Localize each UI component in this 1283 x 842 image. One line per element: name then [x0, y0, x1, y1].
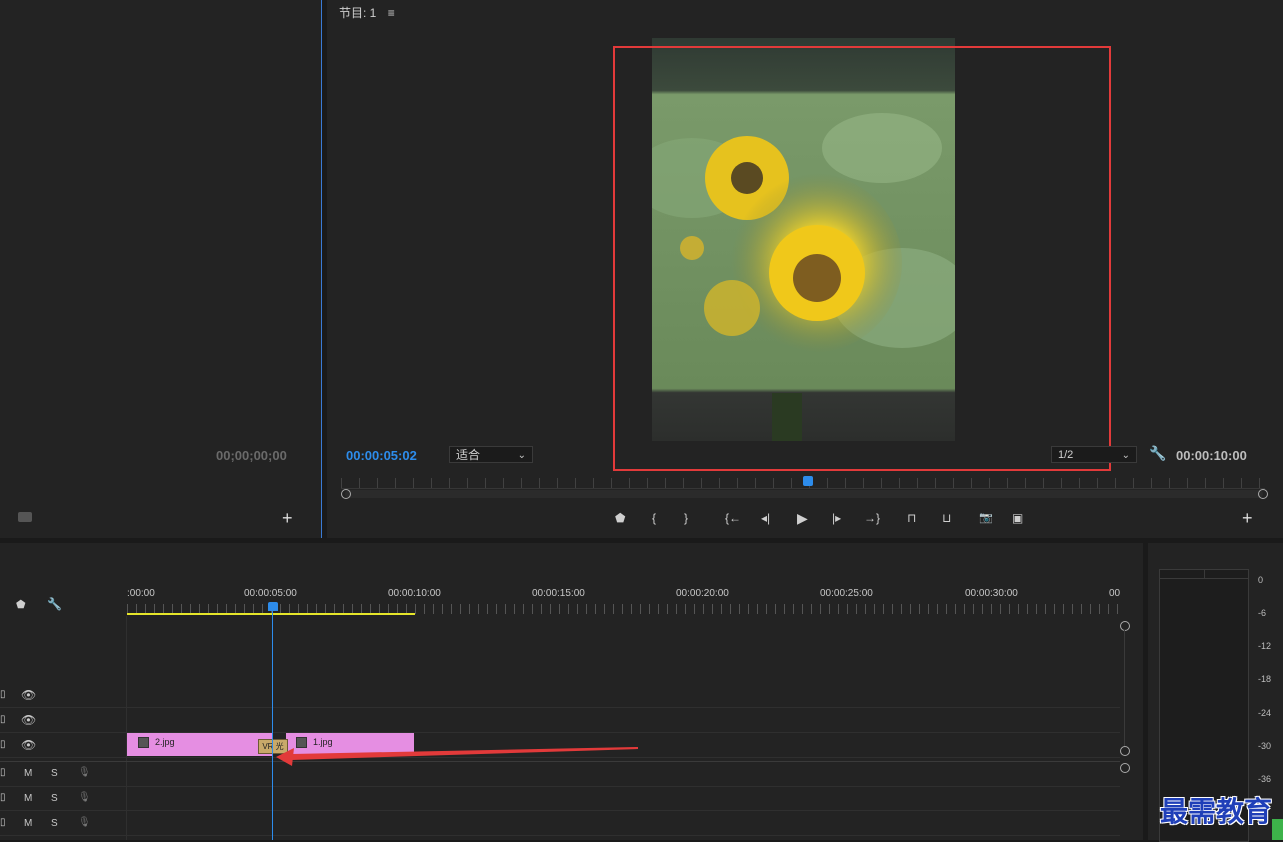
microphone-icon[interactable]: 🎙 — [78, 817, 91, 828]
ruler-label: 00:00:05:00 — [244, 588, 297, 599]
meter-scale-label: -12 — [1258, 641, 1272, 651]
meter-green-bar — [1272, 819, 1283, 840]
transport-controls: ⬟ { } {← ◂| ▶ |▸ →} ⊓ ⊔ 📷 ▣ — [607, 510, 1047, 528]
mute-button[interactable]: M — [24, 818, 32, 829]
scroll-handle[interactable] — [1120, 621, 1130, 631]
scroll-handle[interactable] — [1120, 763, 1130, 773]
play-icon[interactable]: ▶ — [797, 510, 808, 526]
program-title-label: 节目: 1 — [339, 6, 377, 20]
wrench-icon[interactable]: 🔧 — [47, 597, 62, 611]
microphone-icon[interactable]: 🎙 — [78, 792, 91, 803]
chevron-down-icon: ⌄ — [1121, 450, 1130, 461]
ruler-label: :00:00 — [127, 588, 155, 599]
zoom-handle-left[interactable] — [341, 489, 351, 499]
meter-scale-label: -36 — [1258, 774, 1272, 784]
ruler-label: 00:00:10:00 — [388, 588, 441, 599]
program-playhead[interactable] — [803, 476, 813, 486]
fx-badge-icon — [138, 737, 149, 748]
mute-button[interactable]: M — [24, 768, 32, 779]
source-timecode: 00;00;00;00 — [216, 448, 287, 463]
go-to-out-icon[interactable]: →} — [864, 510, 880, 526]
sync-lock-icon[interactable]: ▯ — [0, 714, 6, 725]
sync-lock-icon[interactable]: ▯ — [0, 792, 6, 803]
solo-button[interactable]: S — [51, 768, 58, 779]
work-area-bar[interactable] — [127, 613, 415, 615]
ruler-label: 00:00:20:00 — [676, 588, 729, 599]
add-button[interactable]: + — [282, 509, 293, 527]
hamburger-menu-icon[interactable]: ≡ — [388, 6, 395, 20]
comparison-view-icon[interactable]: ▣ — [1012, 510, 1023, 526]
sync-lock-icon[interactable]: ▯ — [0, 689, 6, 700]
export-frame-icon[interactable]: 📷 — [979, 510, 993, 526]
solo-button[interactable]: S — [51, 793, 58, 804]
resolution-select[interactable]: 1/2 ⌄ — [1051, 446, 1137, 463]
extract-icon[interactable]: ⊔ — [942, 510, 951, 526]
ruler-label: 00:00:25:00 — [820, 588, 873, 599]
ruler-label: 00:00:15:00 — [532, 588, 585, 599]
mark-in-icon[interactable]: { — [652, 510, 656, 526]
resolution-select-value: 1/2 — [1058, 449, 1074, 461]
mute-button[interactable]: M — [24, 793, 32, 804]
solo-button[interactable]: S — [51, 818, 58, 829]
playhead-line — [272, 611, 273, 840]
eye-icon[interactable]: 👁 — [21, 688, 36, 702]
scrollbar-track[interactable] — [1124, 630, 1125, 746]
audio-track-2 — [0, 786, 1120, 811]
fit-select[interactable]: 适合 ⌄ — [449, 446, 533, 463]
meter-scale-label: 0 — [1258, 575, 1264, 585]
chevron-down-icon: ⌄ — [517, 450, 526, 461]
clip-name: 2.jpg — [155, 737, 175, 747]
meter-scale-label: -18 — [1258, 674, 1272, 684]
zoom-handle-right[interactable] — [1258, 489, 1268, 499]
lift-icon[interactable]: ⊓ — [907, 510, 916, 526]
program-monitor-panel: 节目: 1 ≡ 00:00:05:02 适合 ⌄ 1/2 ⌄ 🔧 00:00:1… — [327, 0, 1283, 538]
camera-icon[interactable] — [18, 512, 32, 522]
meter-scale-label: -6 — [1258, 608, 1267, 618]
video-track-3 — [0, 683, 1120, 708]
step-back-icon[interactable]: ◂| — [761, 510, 770, 526]
program-current-time[interactable]: 00:00:05:02 — [346, 448, 417, 463]
step-forward-icon[interactable]: |▸ — [832, 510, 841, 526]
scroll-handle[interactable] — [1120, 746, 1130, 756]
meter-scale-label: -24 — [1258, 708, 1272, 718]
annotation-arrow — [276, 747, 638, 766]
sync-lock-icon[interactable]: ▯ — [0, 817, 6, 828]
go-to-in-icon[interactable]: {← — [725, 510, 741, 526]
sync-lock-icon[interactable]: ▯ — [0, 767, 6, 778]
snap-marker-icon[interactable]: ⬟ — [16, 598, 26, 611]
highlight-box — [613, 46, 1111, 471]
program-title: 节目: 1 ≡ — [339, 4, 395, 21]
fit-select-value: 适合 — [456, 448, 481, 462]
audio-track-3 — [0, 811, 1120, 836]
microphone-icon[interactable]: 🎙 — [78, 767, 91, 778]
mark-out-icon[interactable]: } — [684, 510, 688, 526]
timeline-playhead[interactable] — [268, 602, 278, 611]
ruler-label: 00:00:30:00 — [965, 588, 1018, 599]
ruler-label: 00 — [1109, 588, 1121, 599]
video-track-2 — [0, 708, 1120, 733]
program-duration: 00:00:10:00 — [1176, 448, 1247, 463]
sync-lock-icon[interactable]: ▯ — [0, 739, 6, 750]
add-marker-icon[interactable]: ⬟ — [615, 510, 625, 526]
add-button[interactable]: + — [1242, 509, 1253, 527]
wrench-icon[interactable]: 🔧 — [1149, 445, 1166, 462]
eye-icon[interactable]: 👁 — [21, 713, 36, 727]
zoom-scrollbar[interactable] — [345, 490, 1263, 498]
meter-scale-label: -30 — [1258, 741, 1272, 751]
source-monitor-panel: 00;00;00;00 + — [0, 0, 322, 538]
eye-icon[interactable]: 👁 — [21, 738, 36, 752]
watermark: 最需教育 — [1160, 795, 1273, 828]
clip[interactable]: 2.jpg — [127, 733, 272, 756]
